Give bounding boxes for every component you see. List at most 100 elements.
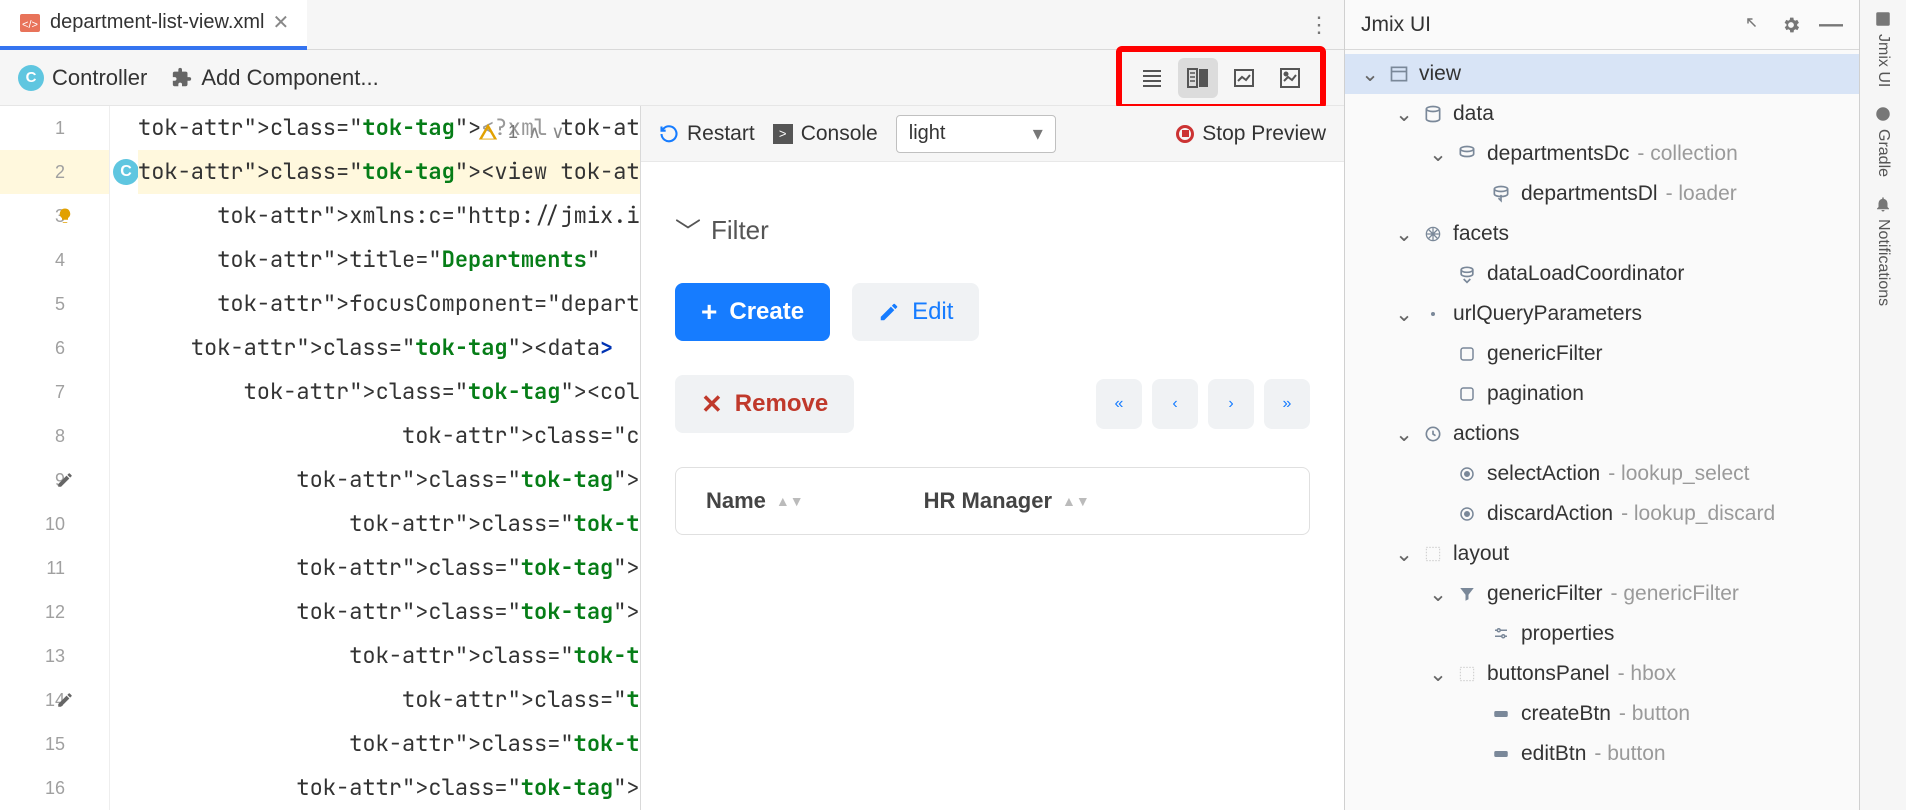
gutter-line[interactable]: 16 <box>0 766 109 810</box>
gutter-line[interactable]: 7 <box>0 370 109 414</box>
gutter-line[interactable]: 15 <box>0 722 109 766</box>
tree-node-actions[interactable]: ⌄actions <box>1345 414 1859 454</box>
tree-twisty-icon[interactable]: ⌄ <box>1395 222 1413 247</box>
gutter-line[interactable]: 13 <box>0 634 109 678</box>
gutter-line[interactable]: 6 <box>0 326 109 370</box>
tree-node-layout[interactable]: ⌄layout <box>1345 534 1859 574</box>
tree-label: departmentsDc <box>1487 142 1629 166</box>
code-line[interactable]: tok-attr">title="Departments" <box>138 238 640 282</box>
layout-split-button[interactable] <box>1178 58 1218 98</box>
code-line[interactable]: tok-attr">class="com.c <box>138 414 640 458</box>
tree-node-selectAction[interactable]: selectAction - lookup_select <box>1345 454 1859 494</box>
gutter-line[interactable]: 3 <box>0 194 109 238</box>
expand-icon[interactable] <box>1745 16 1763 34</box>
pager-next-button[interactable]: › <box>1208 379 1254 429</box>
tree-node-departmentsDc[interactable]: ⌄departmentsDc - collection <box>1345 134 1859 174</box>
tree-node-departmentsDl[interactable]: departmentsDl - loader <box>1345 174 1859 214</box>
code-line[interactable]: tok-attr">class="tok-tag"><query> <box>138 634 640 678</box>
file-tab[interactable]: </> department-list-view.xml ✕ <box>0 0 307 50</box>
tree-node-view[interactable]: ⌄view <box>1345 54 1859 94</box>
lightbulb-icon[interactable] <box>56 207 74 225</box>
code-line[interactable]: tok-attr">class="tok-tag"><view tok-attr… <box>138 150 640 194</box>
tree-node-properties[interactable]: properties <box>1345 614 1859 654</box>
gutter-line[interactable]: 1 <box>0 106 109 150</box>
code-line[interactable]: tok-attr">class="tok-tag"><property tok-… <box>138 502 640 546</box>
tree-node-pagination[interactable]: pagination <box>1345 374 1859 414</box>
component-tree[interactable]: ⌄view⌄data⌄departmentsDc - collectiondep… <box>1345 50 1859 778</box>
tree-node-urlQueryParameters[interactable]: ⌄urlQueryParameters <box>1345 294 1859 334</box>
code-line[interactable]: tok-attr">class="tok-tag"></fetchPlan> <box>138 546 640 590</box>
jmix-ui-panel: Jmix UI — ⌄view⌄data⌄departmentsDc - col… <box>1345 0 1860 810</box>
layout-preview-button[interactable] <box>1224 58 1264 98</box>
filter-header[interactable]: ﹀ Filter <box>675 212 1310 249</box>
editor-toolbar: C Controller Add Component... <box>0 50 1344 106</box>
tree-node-editBtn[interactable]: editBtn - button <box>1345 734 1859 774</box>
tree-twisty-icon[interactable]: ⌄ <box>1429 582 1447 607</box>
gutter-line[interactable]: 12 <box>0 590 109 634</box>
tree-node-buttonsPanel[interactable]: ⌄buttonsPanel - hbox <box>1345 654 1859 694</box>
tree-twisty-icon[interactable]: ⌄ <box>1361 62 1379 87</box>
controller-button[interactable]: C Controller <box>18 65 147 91</box>
gutter-line[interactable]: 8 <box>0 414 109 458</box>
pager-prev-button[interactable]: ‹ <box>1152 379 1198 429</box>
gutter-line[interactable]: 5 <box>0 282 109 326</box>
code-line[interactable]: tok-attr">class="tok-tag"><collection to… <box>138 370 640 414</box>
code-editor[interactable]: 12C345678910111213141516 1 ∧ ∨ tok-attr"… <box>0 106 640 810</box>
rail-jmix-ui[interactable]: Jmix UI <box>1874 10 1892 87</box>
gutter-line[interactable]: 9 <box>0 458 109 502</box>
kebab-menu-icon[interactable]: ⋮ <box>1308 12 1330 38</box>
gear-icon[interactable] <box>1781 15 1801 35</box>
tree-twisty-icon[interactable]: ⌄ <box>1395 302 1413 327</box>
code-line[interactable]: tok-attr">class="tok-tag"></query> <box>138 722 640 766</box>
tree-node-createBtn[interactable]: createBtn - button <box>1345 694 1859 734</box>
restart-button[interactable]: Restart <box>659 122 755 146</box>
gutter-line[interactable]: 2C <box>0 150 109 194</box>
remove-button[interactable]: ✕ Remove <box>675 375 854 433</box>
data-table[interactable]: Name ▲▼ HR Manager ▲▼ <box>675 467 1310 535</box>
code-line[interactable]: tok-attr">class="tok-tag"><loader tok-at… <box>138 590 640 634</box>
create-button[interactable]: + Create <box>675 283 830 341</box>
code-line[interactable]: tok-attr">class="tok-tag"><fetchPlan tok… <box>138 458 640 502</box>
layout-source-only-button[interactable] <box>1132 58 1172 98</box>
rail-notifications[interactable]: Notifications <box>1874 195 1892 306</box>
tree-node-genericFilter[interactable]: genericFilter <box>1345 334 1859 374</box>
gutter-line[interactable]: 10 <box>0 502 109 546</box>
code-line[interactable]: tok-attr">class="tok-tag"><data> <box>138 326 640 370</box>
console-button[interactable]: > Console <box>773 122 878 146</box>
layout-window-button[interactable] <box>1270 58 1310 98</box>
tree-node-data[interactable]: ⌄data <box>1345 94 1859 134</box>
gutter-line[interactable]: 14 <box>0 678 109 722</box>
code-line[interactable]: tok-attr">class="tok-tag"><![CDATA[sel <box>138 678 640 722</box>
tree-node-discardAction[interactable]: discardAction - lookup_discard <box>1345 494 1859 534</box>
stop-preview-button[interactable]: Stop Preview <box>1176 122 1326 146</box>
nav-down-icon[interactable]: ∨ <box>551 110 564 154</box>
gutter-line[interactable]: 11 <box>0 546 109 590</box>
tree-twisty-icon[interactable]: ⌄ <box>1395 422 1413 447</box>
code-line[interactable]: tok-attr">focusComponent="department <box>138 282 640 326</box>
add-component-button[interactable]: Add Component... <box>171 65 378 91</box>
inspection-overlay[interactable]: 1 ∧ ∨ <box>478 110 564 154</box>
gutter-line[interactable]: 4 <box>0 238 109 282</box>
close-icon[interactable]: ✕ <box>273 10 290 35</box>
theme-select[interactable]: light ▾ <box>896 115 1056 153</box>
column-name[interactable]: Name ▲▼ <box>706 488 804 514</box>
code-line[interactable]: tok-attr">class="tok-tag"></loader> <box>138 766 640 810</box>
tree-node-dataLoadCoordinator[interactable]: dataLoadCoordinator <box>1345 254 1859 294</box>
column-hr-manager[interactable]: HR Manager ▲▼ <box>924 488 1090 514</box>
tree-twisty-icon[interactable]: ⌄ <box>1395 102 1413 127</box>
rail-gradle[interactable]: Gradle <box>1874 105 1892 177</box>
edit-button[interactable]: Edit <box>852 283 979 341</box>
code-line[interactable]: tok-attr">class="tok-tag"><?xml tok-attr… <box>138 106 640 150</box>
minimize-icon[interactable]: — <box>1819 11 1843 39</box>
nav-up-icon[interactable]: ∧ <box>528 110 541 154</box>
tree-twisty-icon[interactable]: ⌄ <box>1429 662 1447 687</box>
pager-first-button[interactable]: « <box>1096 379 1142 429</box>
preview-toolbar: Restart > Console light ▾ Stop Preview <box>641 106 1344 162</box>
code-line[interactable]: tok-attr">xmlns:c="http://jmix.io/sc <box>138 194 640 238</box>
pager-last-button[interactable]: » <box>1264 379 1310 429</box>
tree-twisty-icon[interactable]: ⌄ <box>1395 542 1413 567</box>
tree-twisty-icon[interactable]: ⌄ <box>1429 142 1447 167</box>
tree-node-genericFilter[interactable]: ⌄genericFilter - genericFilter <box>1345 574 1859 614</box>
code-area[interactable]: 1 ∧ ∨ tok-attr">class="tok-tag"><?xml to… <box>110 106 640 810</box>
tree-node-facets[interactable]: ⌄facets <box>1345 214 1859 254</box>
